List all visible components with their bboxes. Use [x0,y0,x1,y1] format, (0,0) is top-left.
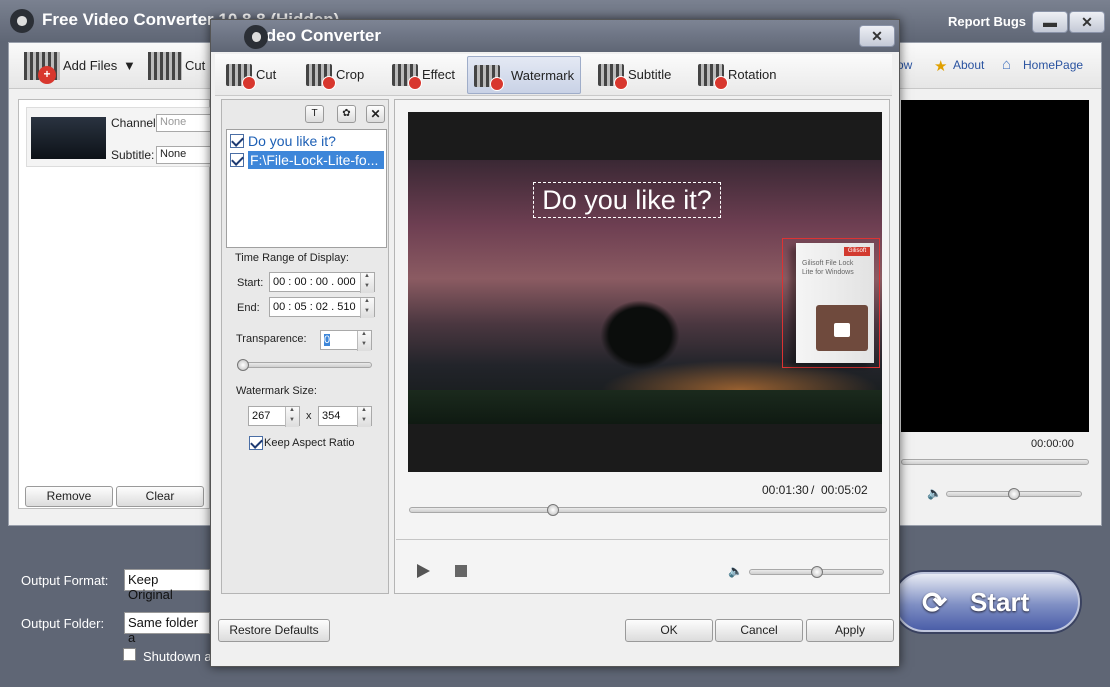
product-brand: Gilisoft [844,247,870,256]
tab-cut[interactable]: Cut [220,56,290,94]
cut-button[interactable]: Cut [185,58,205,73]
tab-watermark[interactable]: Watermark [467,56,581,94]
transparence-label: Transparence: [236,333,307,345]
about-link[interactable]: About [953,58,984,72]
watermark-width-input[interactable]: 267 [248,406,300,427]
watermark-item-image[interactable]: F:\File-Lock-Lite-fo... [250,152,384,168]
home-icon[interactable]: ⌂ [1002,56,1011,73]
output-folder-label: Output Folder: [21,616,105,631]
play-icon[interactable] [417,564,430,578]
tree-silhouette [600,300,680,370]
transparence-spinner[interactable] [357,331,371,351]
end-time-spinner[interactable] [360,298,374,318]
volume-icon[interactable]: 🔈 [728,564,743,578]
watermark-checkbox[interactable] [230,134,244,148]
size-separator: x [306,410,312,422]
tab-subtitle[interactable]: Subtitle [592,56,680,94]
text-watermark-box[interactable]: Do you like it? [533,182,721,218]
report-bugs-link[interactable]: Report Bugs [948,14,1026,29]
seek-bar[interactable] [409,507,887,513]
start-time-spinner[interactable] [360,273,374,293]
time-range-label: Time Range of Display: [235,252,349,264]
file-thumbnail [31,117,106,159]
height-spinner[interactable] [357,407,371,427]
output-format-select[interactable]: Keep Original [124,569,210,602]
dialog-close-button[interactable]: ✕ [859,25,895,47]
cut-icon [226,64,256,90]
watermark-checkbox[interactable] [230,153,244,167]
cut-icon[interactable] [148,52,182,80]
dialog-title: Video Converter [250,26,382,45]
remove-button[interactable]: Remove [25,486,113,507]
close-button[interactable]: ✕ [1069,11,1105,33]
output-folder-input[interactable]: Same folder a [124,612,210,645]
add-text-watermark-icon[interactable]: T [305,105,324,123]
subtitle-icon [598,64,628,90]
tab-effect[interactable]: Effect [386,56,462,94]
end-time-input[interactable]: 00 : 05 : 02 . 510 [269,297,375,318]
add-files-button[interactable]: Add Files [63,58,117,73]
keep-aspect-label: Keep Aspect Ratio [264,437,355,449]
channel-label: Channel: [111,116,160,130]
main-volume-knob[interactable] [1008,488,1020,500]
subtitle-select[interactable]: None [156,146,216,164]
current-time: 00:01:30 [762,483,809,497]
time-separator: / [811,483,815,497]
main-seek-bar[interactable] [901,459,1089,465]
end-time-label: End: [237,302,260,314]
add-files-dropdown-icon[interactable]: ▼ [123,58,136,73]
product-name: Gilisoft File Lock Lite for Windows [802,260,854,276]
minimize-button[interactable]: ▬ [1032,11,1068,33]
lock-folder-icon [816,305,868,351]
shutdown-checkbox[interactable] [123,648,136,661]
main-volume-icon[interactable]: 🔈 [927,486,942,500]
crop-icon [306,64,336,90]
watermark-icon [474,65,504,91]
start-button[interactable]: ⟳ Start [894,572,1080,632]
product-box-image: Gilisoft Gilisoft File Lock Lite for Win… [796,243,874,363]
controls-divider [396,539,888,540]
main-preview [901,100,1089,432]
cancel-button[interactable]: Cancel [715,619,803,642]
about-icon[interactable]: ★ [934,57,947,75]
start-time-label: Start: [237,277,264,289]
start-time-input[interactable]: 00 : 00 : 00 . 000 [269,272,375,293]
ok-button[interactable]: OK [625,619,713,642]
watermark-item-text[interactable]: Do you like it? [248,133,336,149]
video-ground [408,390,882,424]
transparence-slider[interactable] [238,362,372,368]
rotation-icon [698,64,728,90]
main-preview-time: 00:00:00 [1031,438,1074,450]
width-spinner[interactable] [285,407,299,427]
stop-icon[interactable] [455,565,467,577]
refresh-icon: ⟳ [922,587,948,620]
apply-button[interactable]: Apply [806,619,894,642]
subtitle-label: Subtitle: [111,148,155,162]
channel-select[interactable]: None [156,114,216,132]
delete-watermark-icon[interactable]: ✕ [366,105,385,123]
restore-defaults-button[interactable]: Restore Defaults [218,619,330,642]
dialog-title-bar: Video Converter [211,20,899,52]
volume-knob[interactable] [811,566,823,578]
homepage-link[interactable]: HomePage [1023,58,1083,72]
keep-aspect-checkbox[interactable] [249,436,263,450]
output-format-label: Output Format: [21,573,109,588]
effect-icon [392,64,422,90]
shutdown-label: Shutdown a [143,649,212,664]
total-time: 00:05:02 [821,483,868,497]
clear-button[interactable]: Clear [116,486,204,507]
watermark-height-input[interactable]: 354 [318,406,372,427]
transparence-knob[interactable] [237,359,249,371]
seek-knob[interactable] [547,504,559,516]
transparence-input[interactable]: 0 [320,330,372,351]
tab-crop[interactable]: Crop [300,56,374,94]
tab-rotation[interactable]: Rotation [692,56,784,94]
plus-icon: + [38,66,56,84]
watermark-size-label: Watermark Size: [236,385,317,397]
add-image-watermark-icon[interactable]: ✿ [337,105,356,123]
